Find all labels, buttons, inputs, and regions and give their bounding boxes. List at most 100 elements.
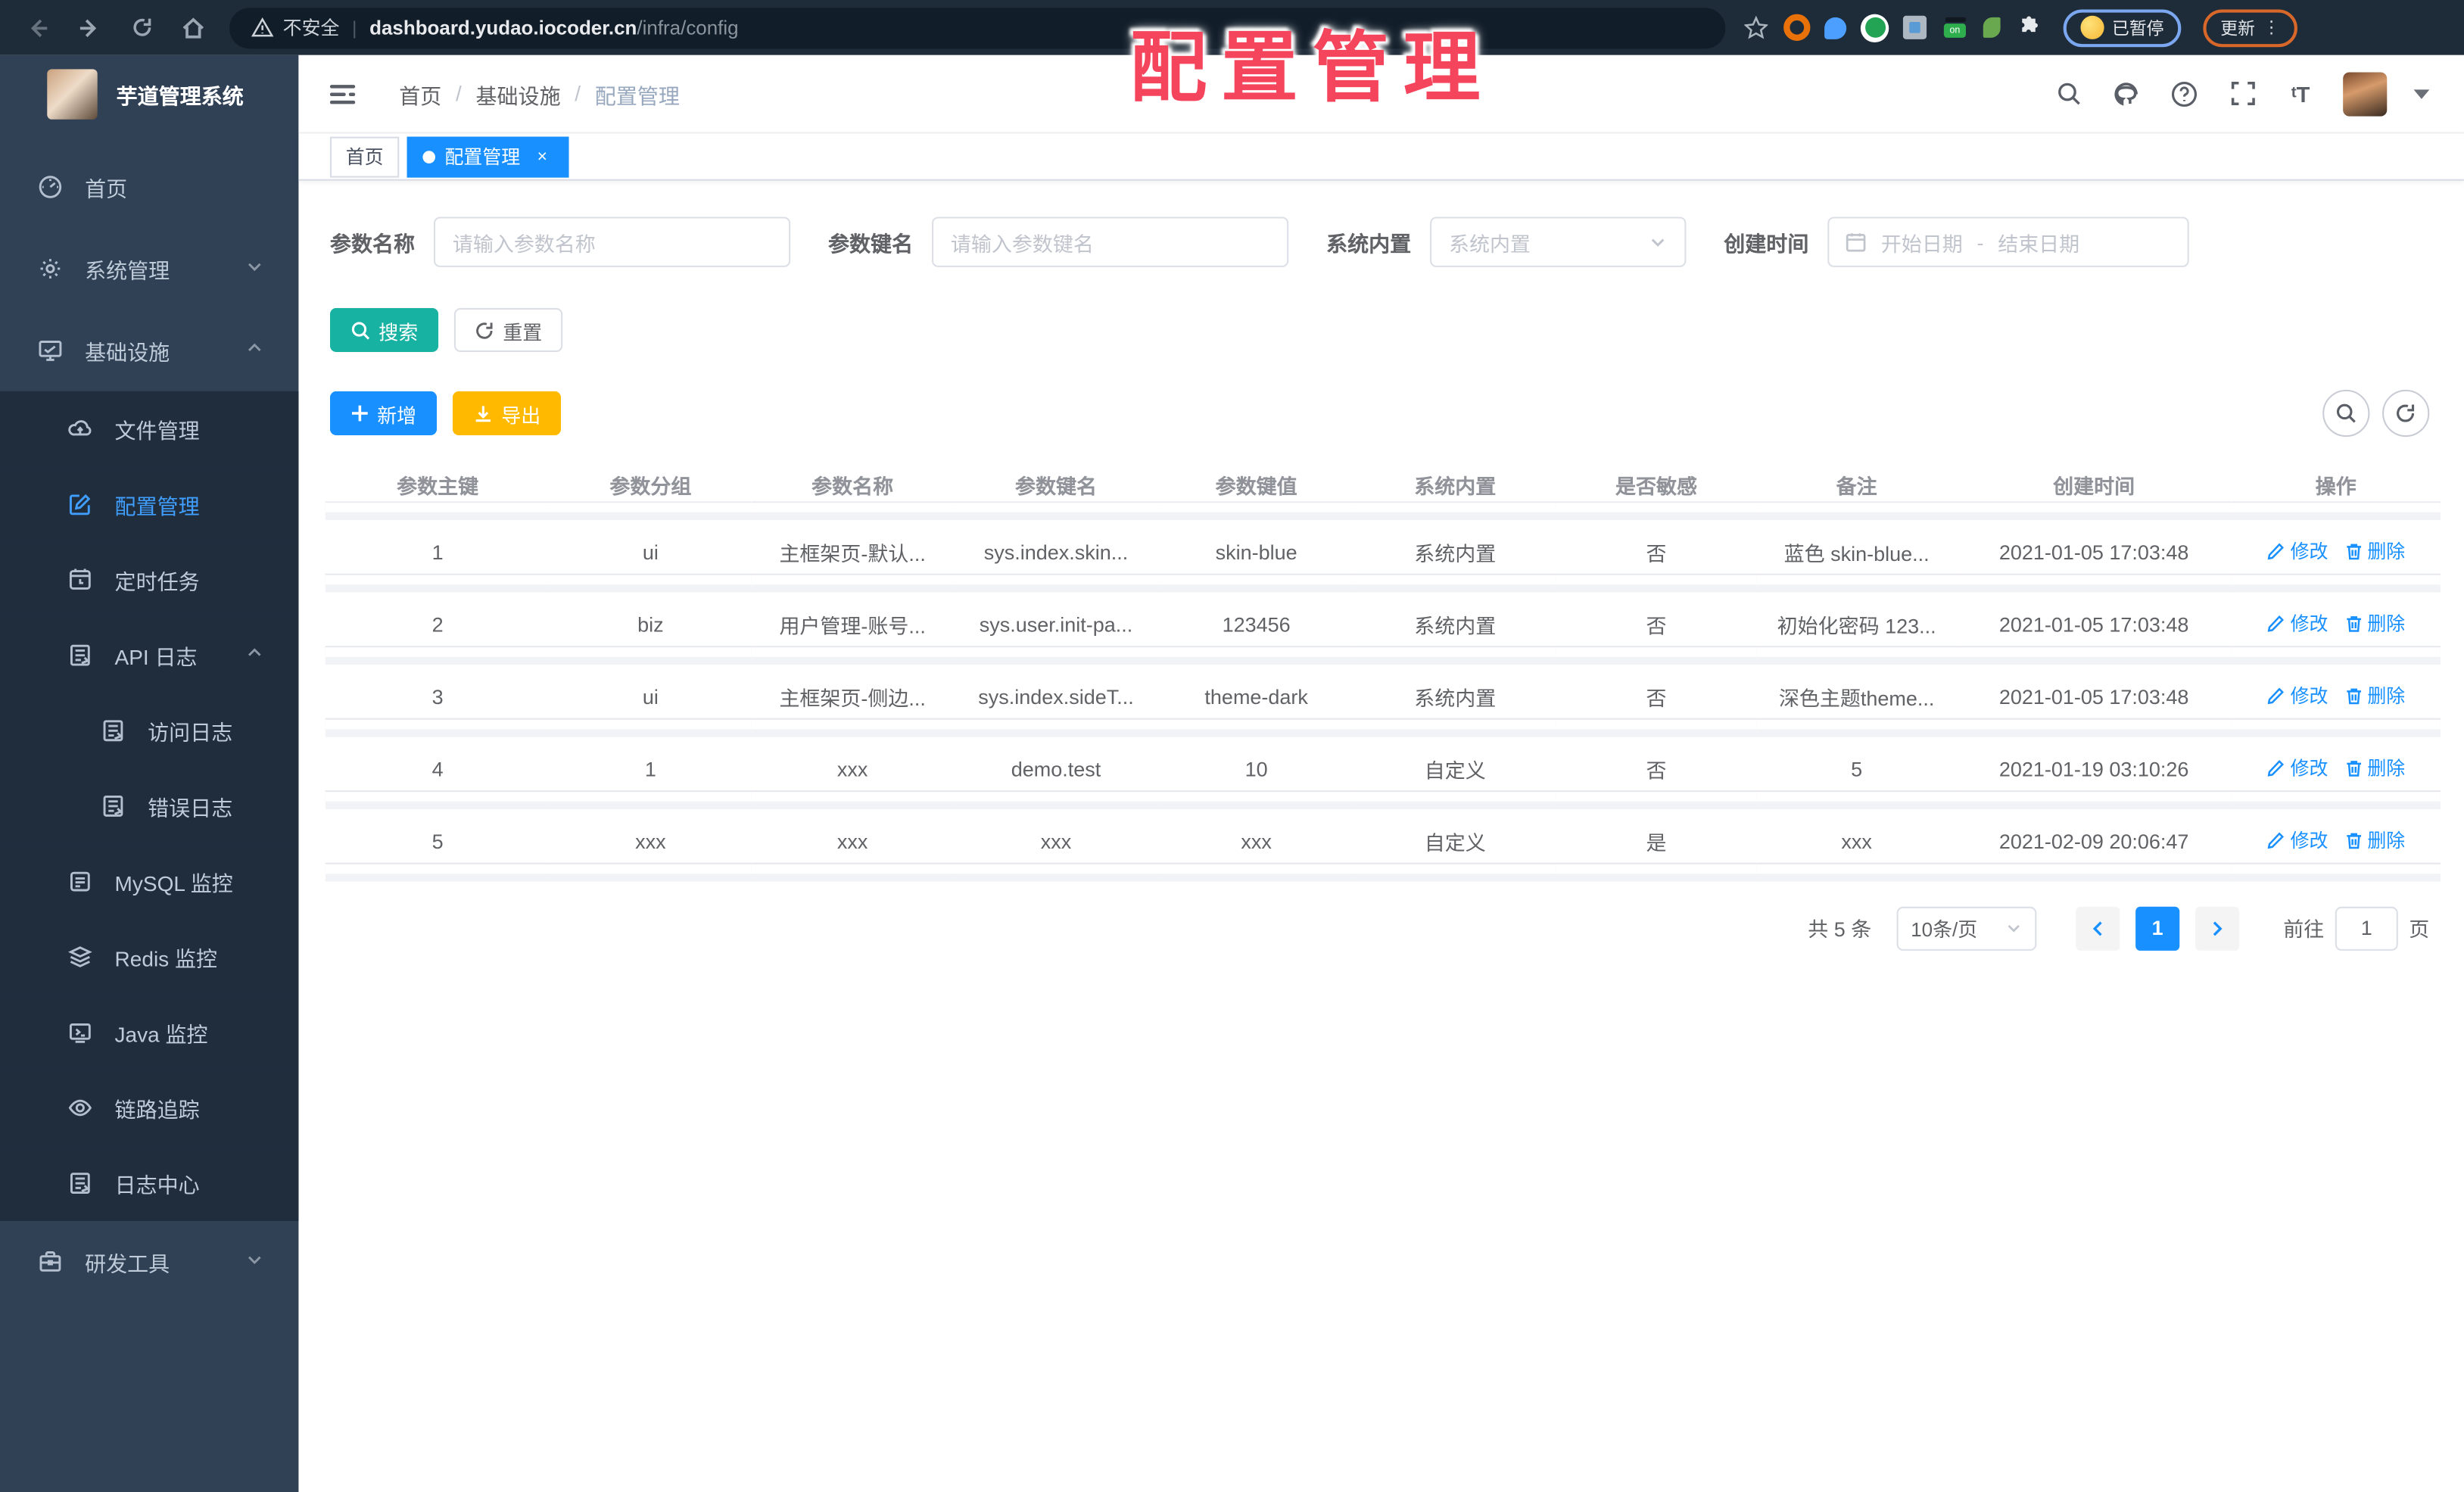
app-logo-row[interactable]: 芋道管理系统 [0,55,298,134]
hamburger-icon[interactable] [327,78,359,110]
extension-on-badge-icon[interactable]: on [1941,14,1969,42]
delete-link[interactable]: 删除 [2344,537,2405,564]
date-range-picker[interactable]: 开始日期 - 结束日期 [1827,216,2189,267]
edit-link[interactable]: 修改 [2266,755,2328,781]
delete-link-label: 删除 [2367,830,2406,852]
sidebar-item-error-log[interactable]: 错误日志 [0,768,299,844]
sidebar-item-dev-tools[interactable]: 研发工具 [0,1221,298,1303]
add-button[interactable]: 新增 [329,391,438,436]
table-cell: 系统内置 [1354,587,1556,665]
param-key-input[interactable]: 请输入参数键名 [932,216,1289,267]
sidebar-item-mysql[interactable]: MySQL 监控 [0,843,299,920]
browser-back-icon[interactable] [23,14,51,42]
table-cell-actions: 修改 删除 [2231,804,2441,881]
sidebar-item-system[interactable]: 系统管理 [0,228,298,310]
sidebar-item-home[interactable]: 首页 [0,146,298,228]
sidebar-item-access-log[interactable]: 访问日志 [0,693,299,769]
breadcrumb-home[interactable]: 首页 [399,78,441,110]
monitor-icon [38,338,63,363]
update-label: 更新 [2220,19,2255,39]
extension-orange-icon[interactable] [1783,14,1811,41]
table-cell: 自定义 [1354,732,1556,809]
sidebar-item-jobs[interactable]: 定时任务 [0,542,299,618]
refresh-table-button[interactable] [2382,389,2430,438]
plus-icon [351,405,368,422]
table-cell: ui [550,515,752,592]
chevron-down-icon [2008,925,2020,933]
font-size-icon[interactable]: tT [2285,78,2316,110]
fullscreen-icon[interactable] [2227,78,2259,110]
edit-link-label: 修改 [2290,758,2328,780]
delete-link-label: 删除 [2367,613,2406,636]
user-avatar[interactable] [2343,71,2388,116]
sidebar-item-log-center[interactable]: 日志中心 [0,1145,299,1221]
param-name-input[interactable]: 请输入参数名称 [433,216,791,267]
builtin-select[interactable]: 系统内置 [1430,216,1687,267]
page-size-select[interactable]: 10条/页 [1896,905,2037,950]
delete-link[interactable]: 删除 [2344,682,2405,709]
sidebar-item-files[interactable]: 文件管理 [0,391,299,467]
prev-page-button[interactable] [2076,905,2120,950]
profile-paused-badge[interactable]: 已暂停 [2063,8,2182,47]
address-bar[interactable]: 不安全 | dashboard.yudao.iocoder.cn/infra/c… [229,7,1726,48]
tab-close-icon[interactable]: × [531,145,553,167]
edit-link[interactable]: 修改 [2266,610,2328,637]
tab-config[interactable]: 配置管理 × [407,135,569,177]
help-icon[interactable] [2169,78,2201,110]
sidebar-item-label: 系统管理 [85,259,170,283]
config-table: 参数主键 参数分组 参数名称 参数键名 参数键值 系统内置 是否敏感 备注 创建时间 操作 1 ui… [325,459,2441,881]
toggle-search-button[interactable] [2322,389,2370,438]
search-icon[interactable] [2052,78,2084,110]
edit-link[interactable]: 修改 [2266,827,2328,853]
reset-button[interactable]: 重置 [453,307,563,352]
page-number-1[interactable]: 1 [2135,905,2180,950]
sidebar-item-infra[interactable]: 基础设施 [0,310,298,391]
export-button[interactable]: 导出 [452,391,562,436]
browser-reload-icon[interactable] [127,14,155,42]
start-date-placeholder: 开始日期 [1880,232,1963,256]
java-icon [67,1020,92,1045]
chevron-up-icon [245,338,264,362]
table-cell: 5 [1756,732,1957,809]
user-menu-caret-icon[interactable] [2413,89,2430,98]
browser-update-button[interactable]: 更新 ⋮ [2203,8,2297,47]
next-page-button[interactable] [2195,905,2240,950]
refresh-icon [2397,404,2415,422]
browser-home-icon[interactable] [179,14,207,42]
puzzle-extensions-icon[interactable] [2014,14,2042,42]
refresh-icon [476,322,493,338]
url-host: dashboard.yudao.iocoder.cn [369,16,637,39]
delete-link[interactable]: 删除 [2344,827,2405,853]
extension-green-icon[interactable] [1860,13,1889,42]
tag-tab-bar: 首页 配置管理 × [298,133,2464,181]
sidebar-item-config[interactable]: 配置管理 [0,466,299,543]
sidebar-item-api-log[interactable]: API 日志 [0,617,299,693]
delete-link[interactable]: 删除 [2344,610,2405,637]
browser-forward-icon[interactable] [76,14,104,42]
browser-menu-dots-icon[interactable]: ⋮ [2263,17,2280,38]
extension-leaf-icon[interactable] [1983,17,2001,38]
github-icon[interactable] [2110,78,2142,110]
table-row: 1 ui 主框架页-默认... sys.index.skin... skin-blue 系… [325,515,2441,592]
breadcrumb-infra[interactable]: 基础设施 [476,78,561,110]
extension-pin-icon[interactable] [1824,16,1847,39]
search-button[interactable]: 搜索 [329,307,439,352]
export-button-label: 导出 [501,404,541,427]
goto-page-input[interactable]: 1 [2335,905,2398,950]
sidebar-item-redis[interactable]: Redis 监控 [0,919,299,995]
chevron-down-icon [1651,238,1665,247]
sidebar-item-trace[interactable]: 链路追踪 [0,1070,299,1146]
edit-link[interactable]: 修改 [2266,537,2328,564]
bookmark-star-icon[interactable] [1741,14,1769,42]
sidebar-item-java[interactable]: Java 监控 [0,995,299,1070]
extension-grid-icon[interactable] [1902,15,1927,39]
table-cell: 2021-01-05 17:03:48 [1956,659,2232,737]
security-label: 不安全 [282,17,340,39]
delete-link[interactable]: 删除 [2344,755,2405,781]
delete-link-label: 删除 [2367,685,2406,708]
edit-link-label: 修改 [2290,613,2328,636]
sidebar-item-label: 研发工具 [85,1252,170,1276]
tab-home[interactable]: 首页 [329,135,400,177]
create-time-label: 创建时间 [1724,232,1809,257]
edit-link[interactable]: 修改 [2266,682,2328,709]
